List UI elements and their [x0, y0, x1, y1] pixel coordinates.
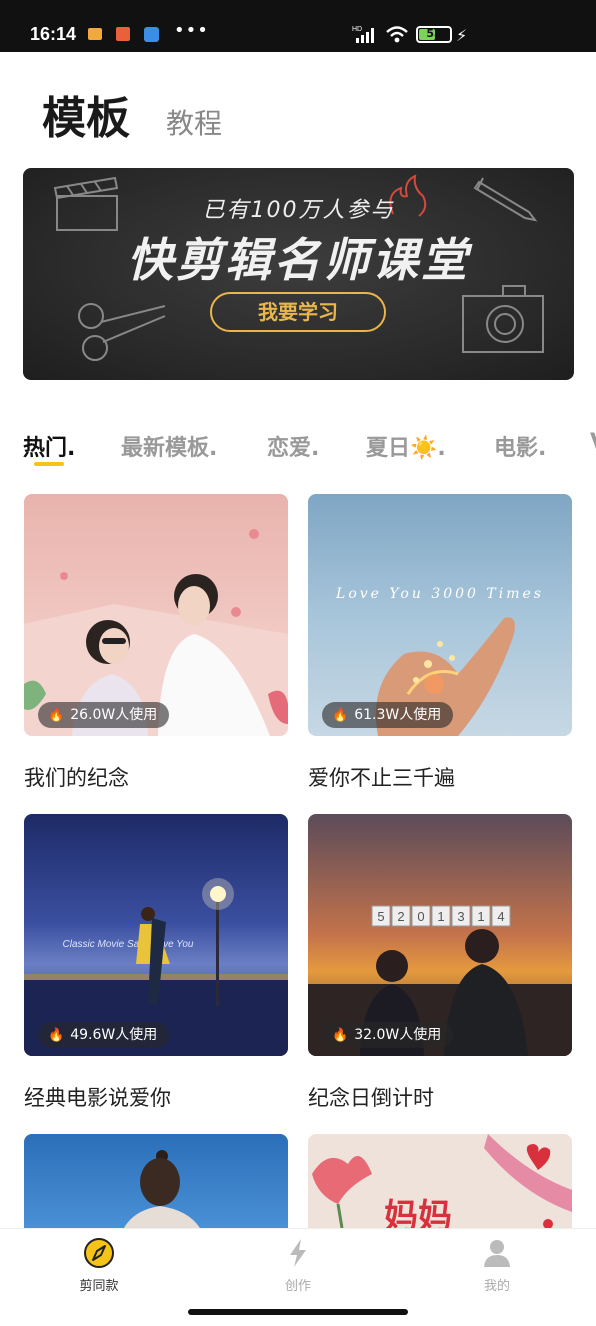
template-title[interactable]: 纪念日倒计时: [308, 1082, 434, 1112]
template-title[interactable]: 经典电影说爱你: [24, 1082, 171, 1112]
app-icon: [144, 27, 159, 42]
nav-label: 我的: [483, 1279, 510, 1294]
tab-summer[interactable]: 夏日☀️.: [366, 430, 446, 462]
compass-icon: [83, 1237, 115, 1269]
learn-button[interactable]: 我要学习: [210, 292, 386, 332]
svg-text:5: 5: [377, 909, 384, 924]
svg-text:2: 2: [397, 909, 404, 924]
template-title[interactable]: 我们的纪念: [24, 762, 129, 792]
template-thumbnail[interactable]: Love You 3000 Times 🔥 61.3W人使用: [308, 494, 572, 736]
template-thumbnail[interactable]: [24, 1134, 288, 1228]
template-thumbnail[interactable]: Classic Movie Says Love You 🔥 49.6W人使用: [24, 814, 288, 1056]
lightning-icon: [282, 1237, 314, 1269]
usage-count: 61.3W人使用: [354, 707, 442, 723]
message-icon: [88, 28, 102, 40]
charging-icon: ⚡: [456, 26, 468, 45]
fire-icon: 🔥: [332, 1028, 349, 1043]
template-thumbnail[interactable]: 妈妈: [308, 1134, 572, 1228]
user-icon: [481, 1237, 513, 1269]
status-bar: 16:14 ••• HD 53 ⚡: [0, 0, 596, 52]
status-time: 16:14: [30, 24, 77, 44]
active-tab-indicator: [34, 462, 64, 466]
fire-icon: 🔥: [332, 708, 349, 723]
mothers-day-photo: 妈妈: [312, 1134, 572, 1228]
tab-latest[interactable]: 最新模板.: [121, 430, 217, 462]
sunset-couple-photo: 5 2 0 1 3 1 4: [308, 905, 572, 1056]
battery-icon: 53: [416, 26, 452, 43]
usage-count: 32.0W人使用: [354, 1027, 442, 1043]
svg-text:1: 1: [477, 909, 484, 924]
overlay-text: 妈妈: [384, 1197, 452, 1228]
template-thumbnail[interactable]: 🔥 26.0W人使用: [24, 494, 288, 736]
usage-badge: 🔥 61.3W人使用: [322, 702, 454, 728]
countdown-digits: 5 2 0 1 3 1 4: [371, 905, 511, 927]
category-tabs: 热门. 最新模板. 恋爱. 夏日☀️. 电影. V: [0, 430, 596, 470]
svg-text:3: 3: [457, 909, 464, 924]
network-label: HD: [352, 26, 362, 33]
battery-level: 53: [426, 27, 442, 40]
overlay-text: Classic Movie Says Love You: [63, 939, 194, 950]
signal-icon: HD: [352, 26, 374, 43]
tab-templates[interactable]: 模板: [42, 82, 130, 146]
couple-photo: [24, 529, 288, 736]
banner-subtitle: 已有100万人参与: [202, 198, 395, 223]
wifi-icon: [386, 26, 408, 43]
movie-scene-photo: Classic Movie Says Love You: [24, 878, 288, 1056]
usage-badge: 🔥 26.0W人使用: [38, 702, 170, 728]
tab-hot[interactable]: 热门.: [23, 430, 75, 462]
home-indicator[interactable]: [188, 1309, 408, 1315]
fire-icon: 🔥: [48, 1028, 65, 1043]
more-dots-icon: •••: [174, 20, 209, 41]
nav-create[interactable]: 创作: [238, 1237, 358, 1294]
nav-label: 剪同款: [79, 1279, 119, 1294]
overlay-text: Love You 3000 Times: [335, 586, 544, 602]
usage-badge: 🔥 32.0W人使用: [322, 1022, 454, 1048]
hands-lights-photo: Love You 3000 Times: [335, 586, 544, 736]
usage-badge: 🔥 49.6W人使用: [38, 1022, 170, 1048]
nav-profile[interactable]: 我的: [437, 1237, 557, 1294]
nav-label: 创作: [284, 1279, 311, 1294]
usage-count: 26.0W人使用: [70, 707, 158, 723]
template-title[interactable]: 爱你不止三千遍: [308, 762, 455, 792]
banner-title: 快剪辑名师课堂: [127, 233, 470, 287]
nav-templates[interactable]: 剪同款: [39, 1237, 159, 1294]
template-thumbnail[interactable]: 5 2 0 1 3 1 4 🔥 32.0W人使用: [308, 814, 572, 1056]
svg-text:0: 0: [417, 909, 424, 924]
bag-icon: [116, 27, 130, 41]
svg-text:4: 4: [497, 909, 504, 924]
fire-icon: 🔥: [48, 708, 65, 723]
scissors-icon: [78, 303, 166, 361]
tab-tutorial[interactable]: 教程: [166, 102, 222, 142]
camera-icon: [462, 285, 544, 353]
usage-count: 49.6W人使用: [70, 1027, 158, 1043]
tab-more[interactable]: V: [590, 430, 596, 455]
tab-romance[interactable]: 恋爱.: [267, 430, 319, 462]
svg-text:1: 1: [437, 909, 444, 924]
promo-banner[interactable]: 已有100万人参与 快剪辑名师课堂 我要学习: [23, 168, 574, 380]
woman-back-photo: [124, 1150, 200, 1228]
tab-movie[interactable]: 电影.: [494, 430, 546, 462]
